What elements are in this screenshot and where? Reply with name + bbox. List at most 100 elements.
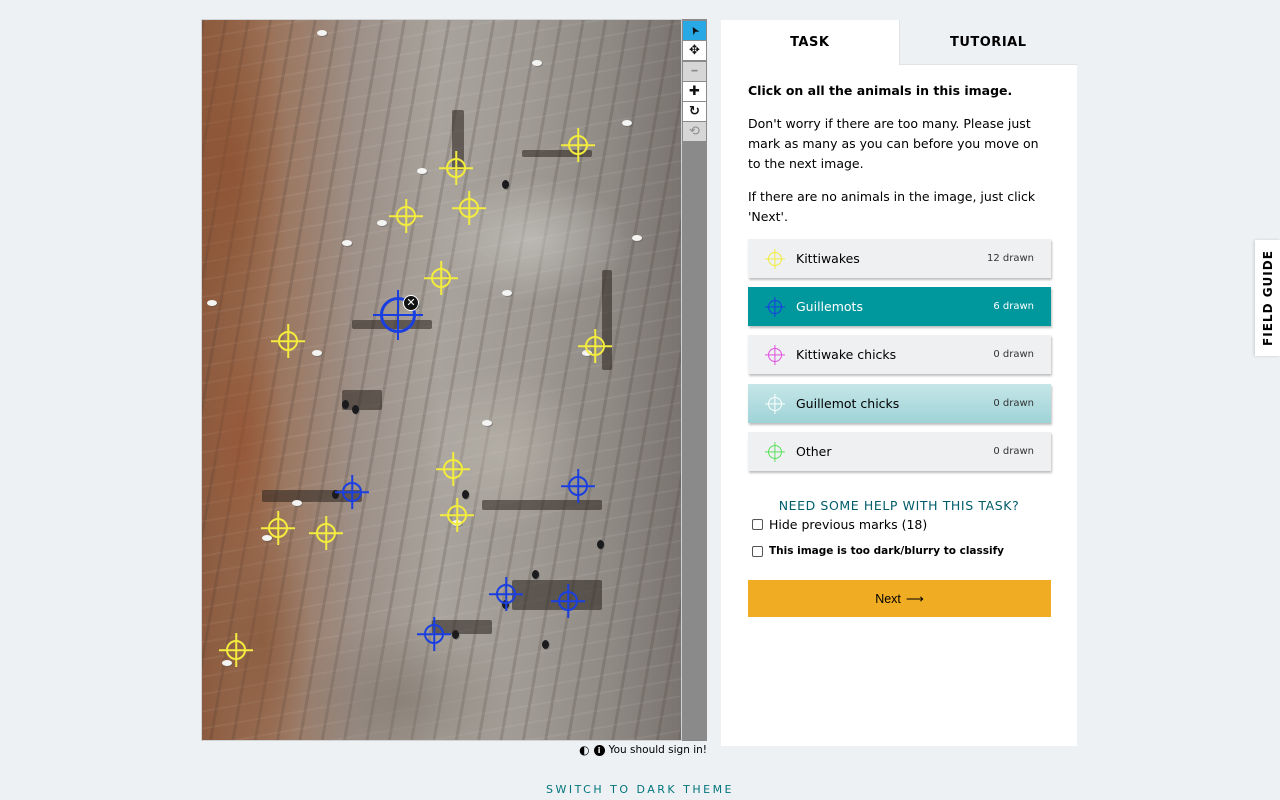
too-dark-option[interactable]: This image is too dark/blurry to classif… xyxy=(752,545,1004,557)
bird xyxy=(342,400,349,409)
bird xyxy=(292,500,302,506)
choice-count: 0 drawn xyxy=(993,446,1034,457)
bird xyxy=(207,300,217,306)
rotate-icon: ↻ xyxy=(689,104,700,119)
rock-crack xyxy=(602,270,612,370)
crosshair-icon xyxy=(768,444,782,459)
bird xyxy=(417,168,427,174)
guillemot-mark[interactable] xyxy=(424,624,444,644)
bird xyxy=(352,405,359,414)
task-tabs: TASK TUTORIAL xyxy=(721,20,1077,65)
minus-icon: ━ xyxy=(691,65,698,77)
bird xyxy=(377,220,387,226)
choice-count: 0 drawn xyxy=(993,349,1034,360)
choice-kittiwake-chicks[interactable]: Kittiwake chicks 0 drawn xyxy=(748,335,1051,374)
kittiwake-mark[interactable] xyxy=(447,505,467,525)
bird xyxy=(502,180,509,189)
bird xyxy=(532,60,542,66)
instruction-text: If there are no animals in the image, ju… xyxy=(748,189,1036,224)
kittiwake-mark[interactable] xyxy=(446,158,466,178)
task-instructions: Click on all the animals in this image. … xyxy=(721,65,1077,227)
crosshair-icon xyxy=(768,347,782,362)
guillemot-mark[interactable] xyxy=(568,476,588,496)
bird xyxy=(222,660,232,666)
pointer-tool-button[interactable]: ➤ xyxy=(683,21,706,40)
move-icon: ✥ xyxy=(689,43,700,58)
choice-count: 6 drawn xyxy=(993,301,1034,312)
kittiwake-mark[interactable] xyxy=(585,336,605,356)
choice-kittiwakes[interactable]: Kittiwakes 12 drawn xyxy=(748,239,1051,278)
kittiwake-mark[interactable] xyxy=(316,523,336,543)
guillemot-mark[interactable] xyxy=(342,482,362,502)
task-question: Click on all the animals in this image. xyxy=(748,83,1013,98)
choice-other[interactable]: Other 0 drawn xyxy=(748,432,1051,471)
crosshair-icon xyxy=(768,396,782,411)
zoom-out-button[interactable]: ━ xyxy=(683,62,706,81)
arrow-right-icon: ⟶ xyxy=(905,592,924,606)
refresh-icon: ⟲ xyxy=(689,124,700,139)
choice-guillemots[interactable]: Guillemots 6 drawn xyxy=(748,287,1051,326)
switch-theme-link[interactable]: SWITCH TO DARK THEME xyxy=(0,783,1280,796)
choice-label: Kittiwake chicks xyxy=(796,347,897,362)
bird xyxy=(462,490,469,499)
pan-tool-button[interactable]: ✥ xyxy=(683,41,706,60)
field-guide-label: FIELD GUIDE xyxy=(1260,250,1275,346)
hide-marks-option[interactable]: Hide previous marks (18) xyxy=(752,517,927,532)
hide-marks-label: Hide previous marks (18) xyxy=(769,517,928,532)
bird xyxy=(622,120,632,126)
tab-tutorial[interactable]: TUTORIAL xyxy=(898,20,1077,65)
too-dark-label: This image is too dark/blurry to classif… xyxy=(769,545,1005,557)
kittiwake-mark[interactable] xyxy=(443,459,463,479)
plus-icon: ✚ xyxy=(689,84,700,99)
zoom-in-button[interactable]: ✚ xyxy=(683,82,706,101)
next-button[interactable]: Next ⟶ xyxy=(748,580,1051,617)
status-line: ◐ i You should sign in! xyxy=(560,743,707,757)
rock-crack xyxy=(512,580,602,610)
choice-count: 12 drawn xyxy=(986,253,1034,264)
guillemot-mark[interactable] xyxy=(496,584,516,604)
bird xyxy=(312,350,322,356)
kittiwake-mark[interactable] xyxy=(459,198,479,218)
crosshair-icon xyxy=(768,299,782,314)
field-guide-button[interactable]: FIELD GUIDE xyxy=(1255,240,1280,356)
kittiwake-mark[interactable] xyxy=(396,206,416,226)
info-icon[interactable]: i xyxy=(593,744,605,756)
choice-label: Kittiwakes xyxy=(796,251,860,266)
bird xyxy=(597,540,604,549)
help-link[interactable]: NEED SOME HELP WITH THIS TASK? xyxy=(721,498,1077,513)
choice-count: 0 drawn xyxy=(993,398,1034,409)
bird xyxy=(482,420,492,426)
bird xyxy=(452,630,459,639)
kittiwake-mark[interactable] xyxy=(268,518,288,538)
crosshair-icon xyxy=(768,251,782,266)
choice-label: Guillemots xyxy=(796,299,863,314)
choice-label: Other xyxy=(796,444,832,459)
bird xyxy=(632,235,642,241)
pointer-icon: ➤ xyxy=(686,23,703,38)
bird xyxy=(342,240,352,246)
tab-task[interactable]: TASK xyxy=(721,20,899,65)
task-panel: TASK TUTORIAL Click on all the animals i… xyxy=(721,20,1077,746)
hide-marks-checkbox[interactable] xyxy=(752,519,763,530)
too-dark-checkbox[interactable] xyxy=(752,545,763,557)
delete-mark-icon[interactable]: ✕ xyxy=(403,295,419,311)
rock-crack xyxy=(482,500,602,510)
bird xyxy=(542,640,549,649)
kittiwake-mark[interactable] xyxy=(226,640,246,660)
rotate-button[interactable]: ↻ xyxy=(683,102,706,121)
guillemot-mark[interactable] xyxy=(558,591,578,611)
contrast-icon[interactable]: ◐ xyxy=(579,743,589,757)
bird xyxy=(532,570,539,579)
kittiwake-mark[interactable] xyxy=(278,331,298,351)
kittiwake-mark[interactable] xyxy=(431,268,451,288)
subject-image[interactable]: ✕ xyxy=(201,19,682,741)
sign-in-notice: You should sign in! xyxy=(608,744,707,756)
kittiwake-mark[interactable] xyxy=(568,135,588,155)
next-label: Next xyxy=(875,591,901,606)
bird xyxy=(262,535,272,541)
bird xyxy=(502,290,512,296)
choice-label: Guillemot chicks xyxy=(796,396,900,411)
reset-image-button[interactable]: ⟲ xyxy=(683,122,706,141)
bird xyxy=(317,30,327,36)
choice-guillemot-chicks[interactable]: Guillemot chicks 0 drawn xyxy=(748,384,1051,423)
